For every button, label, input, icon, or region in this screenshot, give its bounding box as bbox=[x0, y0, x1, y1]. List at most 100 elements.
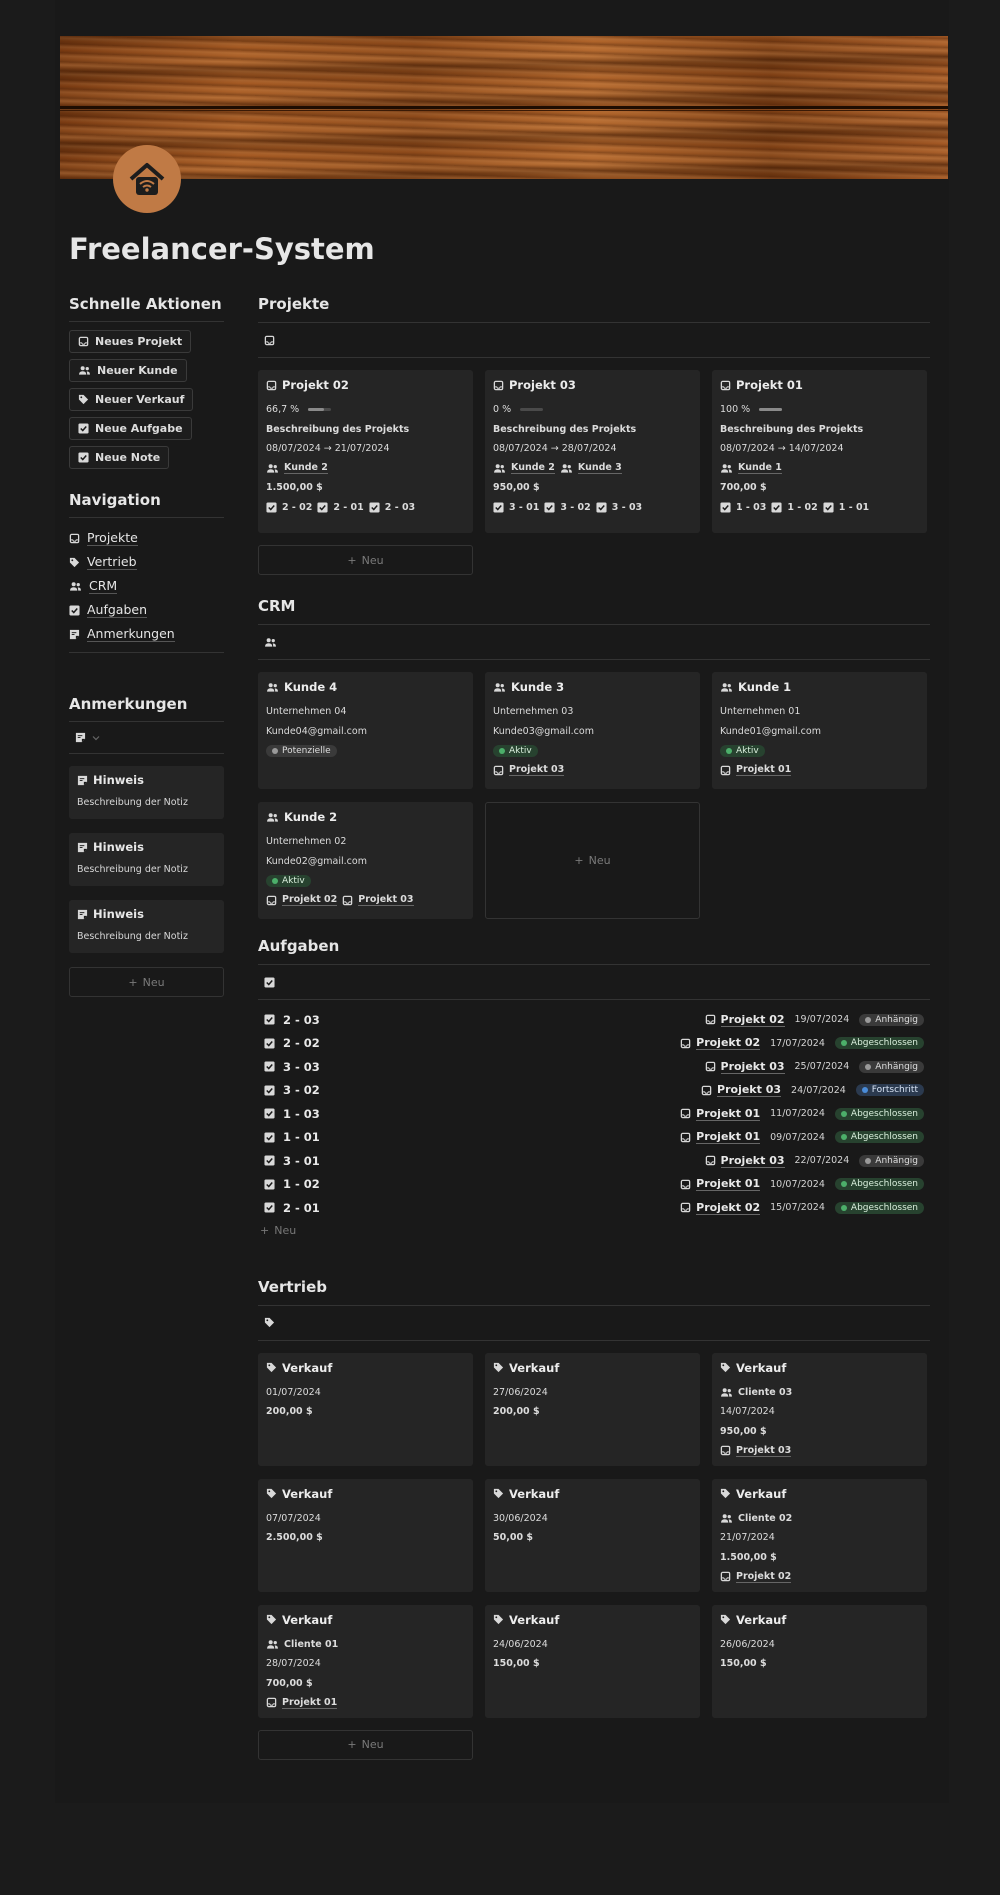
task-name-text: 1 - 01 bbox=[283, 1130, 320, 1145]
nav-link-aufgaben[interactable]: Aufgaben bbox=[69, 598, 224, 622]
sale-card[interactable]: Verkauf 30/06/2024 50,00 $ bbox=[485, 1478, 700, 1592]
project-link[interactable]: Projekt 02 bbox=[282, 894, 338, 907]
task-project-link[interactable]: Projekt 02 bbox=[720, 1013, 785, 1027]
task-project[interactable]: Projekt 01 bbox=[680, 1130, 761, 1145]
task-project[interactable]: Projekt 02 bbox=[680, 1036, 761, 1051]
sale-project-link[interactable]: Projekt 01 bbox=[282, 1697, 338, 1709]
quick-action-button[interactable]: Neue Note bbox=[69, 446, 170, 469]
project-link[interactable]: Projekt 03 bbox=[358, 894, 414, 907]
task-link[interactable]: 3 - 03 bbox=[612, 502, 642, 513]
task-project[interactable]: Projekt 02 bbox=[680, 1201, 761, 1215]
task-name-text: 3 - 03 bbox=[283, 1059, 320, 1074]
task-project-link[interactable]: Projekt 01 bbox=[696, 1177, 761, 1192]
sale-card[interactable]: Verkauf Cliente 02 21/07/2024 1.500,00 $ Pro… bbox=[712, 1478, 927, 1592]
task-project[interactable]: Projekt 01 bbox=[680, 1107, 761, 1121]
sale-card[interactable]: Verkauf 01/07/2024 200,00 $ bbox=[258, 1352, 473, 1466]
task-project-link[interactable]: Projekt 01 bbox=[696, 1107, 761, 1121]
task-row[interactable]: 1 - 02 Projekt 01 10/07/2024 Abgeschlossen bbox=[258, 1173, 930, 1197]
client-card[interactable]: Kunde 2 Unternehmen 02 Kunde02@gmail.com Ak… bbox=[258, 802, 473, 919]
notes-view-toolbar[interactable] bbox=[69, 722, 224, 754]
task-link[interactable]: 1 - 01 bbox=[839, 502, 869, 513]
task-project-link[interactable]: Projekt 03 bbox=[717, 1083, 782, 1098]
task-project[interactable]: Projekt 01 bbox=[680, 1177, 761, 1192]
inbox-icon bbox=[720, 1445, 731, 1456]
note-card[interactable]: Hinweis Beschreibung der Notiz bbox=[69, 833, 224, 886]
new-client-button[interactable]: + Neu bbox=[485, 802, 700, 919]
project-card[interactable]: Projekt 01 100 % Beschreibung des Projekts… bbox=[712, 370, 927, 533]
new-note-button[interactable]: + Neu bbox=[69, 967, 224, 997]
sale-client-link[interactable]: Cliente 01 bbox=[284, 1639, 338, 1650]
task-row[interactable]: 2 - 03 Projekt 02 19/07/2024 Anhängig bbox=[258, 1008, 930, 1032]
task-row[interactable]: 2 - 01 Projekt 02 15/07/2024 Abgeschlossen bbox=[258, 1196, 930, 1220]
nav-link-crm[interactable]: CRM bbox=[69, 574, 224, 598]
sales-view-toolbar[interactable] bbox=[258, 1306, 930, 1341]
task-project-link[interactable]: Projekt 03 bbox=[720, 1060, 785, 1074]
new-project-button[interactable]: + Neu bbox=[258, 545, 473, 575]
task-row[interactable]: 3 - 01 Projekt 03 22/07/2024 Anhängig bbox=[258, 1149, 930, 1173]
page-icon-house-wifi[interactable] bbox=[113, 145, 181, 213]
sale-client-link[interactable]: Cliente 03 bbox=[738, 1387, 792, 1398]
project-link[interactable]: Projekt 01 bbox=[736, 764, 792, 777]
sale-card[interactable]: Verkauf 24/06/2024 150,00 $ bbox=[485, 1604, 700, 1718]
sale-card[interactable]: Verkauf Cliente 01 28/07/2024 700,00 $ Proje… bbox=[258, 1604, 473, 1718]
client-card[interactable]: Kunde 4 Unternehmen 04 Kunde04@gmail.com Po… bbox=[258, 672, 473, 789]
task-project-link[interactable]: Projekt 01 bbox=[696, 1130, 761, 1145]
note-card[interactable]: Hinweis Beschreibung der Notiz bbox=[69, 766, 224, 819]
task-project[interactable]: Projekt 02 bbox=[705, 1013, 785, 1027]
sale-client-link[interactable]: Cliente 02 bbox=[738, 1513, 792, 1524]
task-link[interactable]: 1 - 03 bbox=[736, 502, 766, 513]
sale-card[interactable]: Verkauf 27/06/2024 200,00 $ bbox=[485, 1352, 700, 1466]
task-row[interactable]: 1 - 01 Projekt 01 09/07/2024 Abgeschlossen bbox=[258, 1126, 930, 1150]
task-link[interactable]: 2 - 03 bbox=[385, 502, 415, 513]
nav-link-anmerkungen[interactable]: Anmerkungen bbox=[69, 622, 224, 646]
task-link[interactable]: 3 - 01 bbox=[509, 502, 539, 513]
client-link[interactable]: Kunde 2 bbox=[284, 462, 328, 475]
quick-action-button[interactable]: Neues Projekt bbox=[69, 330, 192, 353]
project-card[interactable]: Projekt 02 66,7 % Beschreibung des Projekt… bbox=[258, 370, 473, 533]
sale-card[interactable]: Verkauf 07/07/2024 2.500,00 $ bbox=[258, 1478, 473, 1592]
client-link[interactable]: Kunde 1 bbox=[738, 462, 782, 475]
task-project-link[interactable]: Projekt 03 bbox=[720, 1154, 785, 1168]
page: Freelancer-System Schnelle Aktionen Neue… bbox=[55, 0, 949, 1803]
users-icon bbox=[266, 812, 279, 823]
task-row[interactable]: 3 - 03 Projekt 03 25/07/2024 Anhängig bbox=[258, 1055, 930, 1079]
sale-card[interactable]: Verkauf 26/06/2024 150,00 $ bbox=[712, 1604, 927, 1718]
project-card[interactable]: Projekt 03 0 % Beschreibung des Projekts 08… bbox=[485, 370, 700, 533]
inbox-icon bbox=[266, 380, 277, 391]
task-link[interactable]: 2 - 02 bbox=[282, 502, 312, 513]
project-link[interactable]: Projekt 03 bbox=[509, 764, 565, 777]
quick-action-button[interactable]: Neuer Verkauf bbox=[69, 388, 194, 411]
nav-link-projekte[interactable]: Projekte bbox=[69, 526, 224, 550]
client-link[interactable]: Kunde 3 bbox=[577, 462, 622, 475]
task-link[interactable]: 3 - 02 bbox=[560, 502, 590, 513]
sale-card[interactable]: Verkauf Cliente 03 14/07/2024 950,00 $ Proje… bbox=[712, 1352, 927, 1466]
client-link[interactable]: Kunde 2 bbox=[511, 462, 555, 475]
task-link[interactable]: 1 - 02 bbox=[787, 502, 817, 513]
task-row[interactable]: 2 - 02 Projekt 02 17/07/2024 Abgeschlossen bbox=[258, 1032, 930, 1056]
nav-link-vertrieb[interactable]: Vertrieb bbox=[69, 550, 224, 574]
new-sale-button[interactable]: + Neu bbox=[258, 1729, 473, 1760]
task-date: 22/07/2024 bbox=[794, 1155, 850, 1167]
task-project-link[interactable]: Projekt 02 bbox=[696, 1201, 761, 1215]
tasks-view-toolbar[interactable] bbox=[258, 965, 930, 1000]
quick-action-button[interactable]: Neuer Kunde bbox=[69, 359, 187, 382]
task-project-link[interactable]: Projekt 02 bbox=[696, 1036, 761, 1051]
task-link[interactable]: 2 - 01 bbox=[333, 502, 363, 513]
client-card[interactable]: Kunde 3 Unternehmen 03 Kunde03@gmail.com Ak… bbox=[485, 672, 700, 789]
cover-image[interactable] bbox=[60, 36, 948, 179]
task-project[interactable]: Projekt 03 bbox=[701, 1083, 782, 1098]
projects-view-toolbar[interactable] bbox=[258, 323, 930, 358]
task-status-badge: Abgeschlossen bbox=[834, 1131, 924, 1144]
new-task-button[interactable]: + Neu bbox=[258, 1220, 930, 1242]
crm-view-toolbar[interactable] bbox=[258, 625, 930, 660]
quick-action-button[interactable]: Neue Aufgabe bbox=[69, 417, 192, 440]
task-row[interactable]: 3 - 02 Projekt 03 24/07/2024 Fortschritt bbox=[258, 1079, 930, 1103]
client-card[interactable]: Kunde 1 Unternehmen 01 Kunde01@gmail.com Ak… bbox=[712, 672, 927, 789]
task-row[interactable]: 1 - 03 Projekt 01 11/07/2024 Abgeschlossen bbox=[258, 1102, 930, 1126]
task-project[interactable]: Projekt 03 bbox=[705, 1060, 785, 1074]
status-dot bbox=[272, 877, 278, 884]
task-project[interactable]: Projekt 03 bbox=[705, 1154, 785, 1168]
sale-project-link[interactable]: Projekt 03 bbox=[736, 1445, 792, 1457]
sale-project-link[interactable]: Projekt 02 bbox=[736, 1571, 792, 1583]
note-card[interactable]: Hinweis Beschreibung der Notiz bbox=[69, 900, 224, 953]
